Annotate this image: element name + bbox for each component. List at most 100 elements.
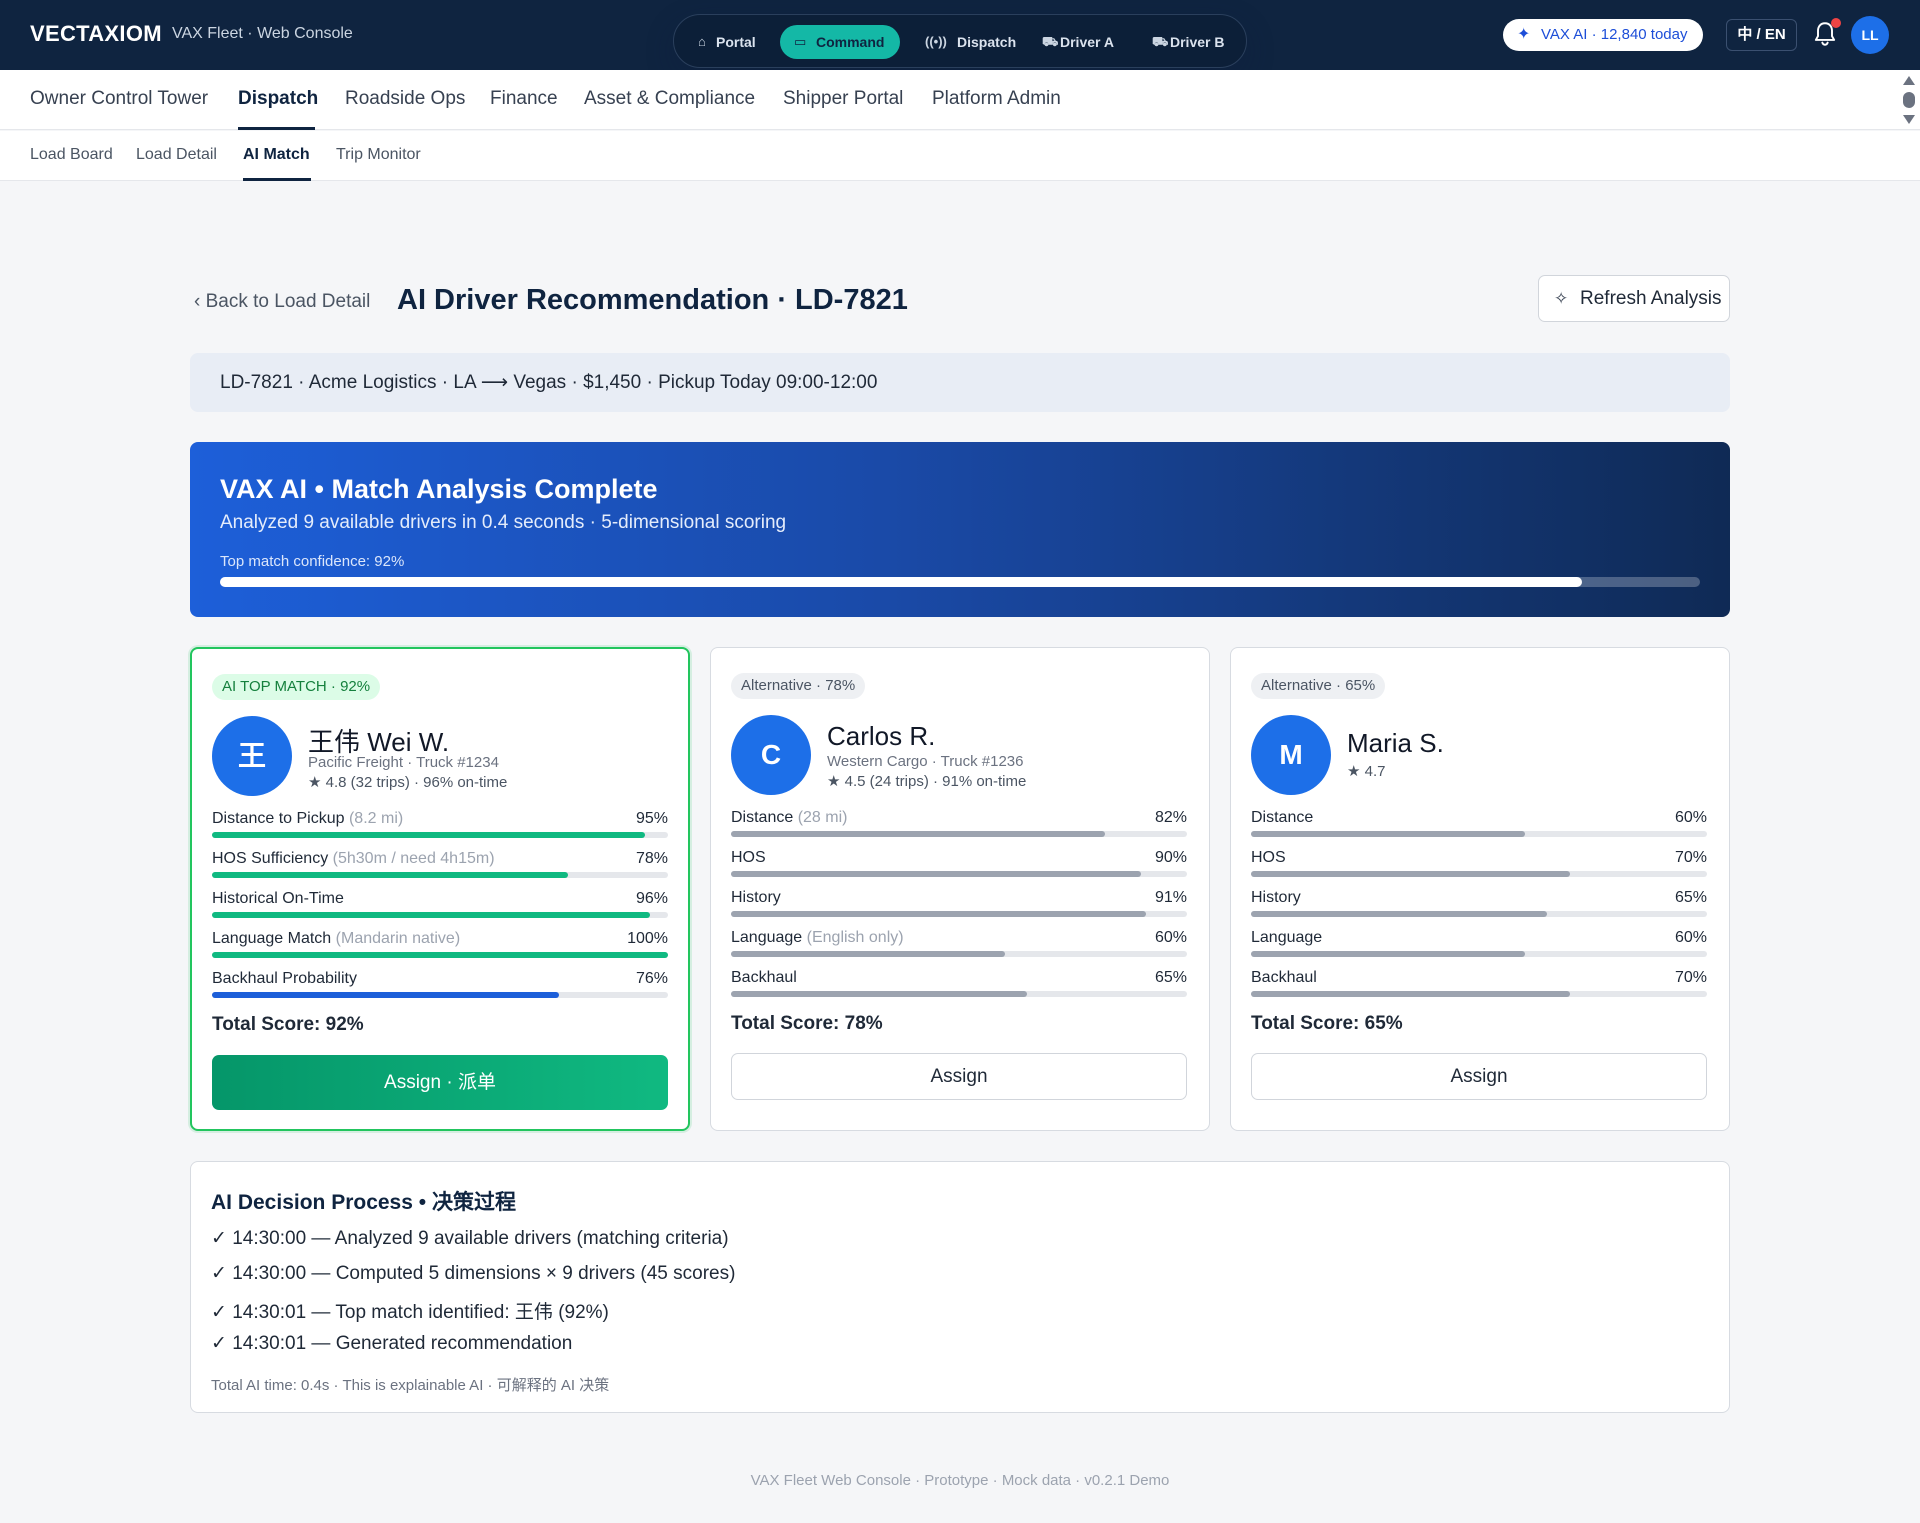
driver-rating: ★ 4.7 bbox=[1347, 763, 1386, 780]
banner-subtitle: Analyzed 9 available drivers in 0.4 seco… bbox=[220, 512, 787, 533]
score-metric: Backhaul 70% bbox=[1251, 969, 1707, 999]
driver-name: Maria S. bbox=[1347, 728, 1444, 758]
score-metric: Distance to Pickup (8.2 mi) 95% bbox=[212, 810, 668, 840]
metric-track bbox=[1251, 831, 1707, 837]
language-toggle[interactable]: 中 / EN bbox=[1726, 19, 1797, 51]
driver-rating: ★ 4.5 (24 trips) · 91% on-time bbox=[827, 773, 1027, 790]
metric-label: Backhaul Probability bbox=[212, 970, 357, 987]
metric-track bbox=[1251, 951, 1707, 957]
metric-percent: 91% bbox=[1154, 889, 1187, 906]
metric-percent: 60% bbox=[1154, 929, 1187, 946]
score-metric: History 91% bbox=[731, 889, 1187, 919]
assign-button[interactable]: Assign bbox=[731, 1053, 1187, 1100]
decision-step: ✓ 14:30:01 — Generated recommendation bbox=[211, 1333, 573, 1354]
decision-title: AI Decision Process • 决策过程 bbox=[211, 1191, 516, 1214]
tab-ai-match[interactable]: AI Match bbox=[243, 146, 310, 164]
metric-note: (28 mi) bbox=[797, 809, 848, 826]
metric-note: (8.2 mi) bbox=[348, 810, 404, 827]
metric-percent: 60% bbox=[1674, 929, 1707, 946]
back-link[interactable]: ‹ Back to Load Detail bbox=[194, 291, 370, 313]
nav-scrollbar[interactable] bbox=[1902, 72, 1916, 128]
switcher-portal[interactable]: ⌂ Portal bbox=[690, 25, 756, 59]
match-tag: Alternative · 78% bbox=[731, 673, 866, 699]
score-metric: HOS 70% bbox=[1251, 849, 1707, 879]
metric-track bbox=[731, 831, 1187, 837]
metric-track bbox=[1251, 991, 1707, 997]
metric-fill bbox=[1251, 951, 1525, 957]
decision-step: ✓ 14:30:00 — Computed 5 dimensions × 9 d… bbox=[211, 1263, 736, 1284]
scroll-thumb[interactable] bbox=[1903, 92, 1915, 108]
metric-fill bbox=[731, 951, 1005, 957]
brand-logo[interactable]: VECTAXIOM bbox=[30, 21, 162, 47]
metric-fill bbox=[731, 911, 1146, 917]
match-tag: Alternative · 65% bbox=[1251, 673, 1386, 699]
banner-title: VAX AI • Match Analysis Complete bbox=[220, 474, 658, 504]
metric-fill bbox=[212, 832, 645, 838]
page-footer: VAX Fleet Web Console · Prototype · Mock… bbox=[750, 1472, 1170, 1489]
nav-platform-admin[interactable]: Platform Admin bbox=[932, 88, 1061, 110]
load-summary: LD-7821 · Acme Logistics · LA ⟶ Vegas · … bbox=[190, 353, 1730, 412]
score-metric: HOS 90% bbox=[731, 849, 1187, 879]
active-tab-underline bbox=[243, 178, 311, 181]
metric-fill bbox=[212, 952, 668, 958]
metric-label: Historical On-Time bbox=[212, 890, 344, 907]
nav-dispatch[interactable]: Dispatch bbox=[238, 88, 318, 110]
driver-rating: ★ 4.8 (32 trips) · 96% on-time bbox=[308, 774, 508, 791]
metric-fill bbox=[212, 992, 559, 998]
nav-shipper-portal[interactable]: Shipper Portal bbox=[783, 88, 903, 110]
metric-track bbox=[731, 911, 1187, 917]
metric-fill bbox=[1251, 831, 1525, 837]
tab-trip-monitor[interactable]: Trip Monitor bbox=[336, 146, 421, 164]
secondary-nav: Load Board Load Detail AI Match Trip Mon… bbox=[0, 131, 1920, 181]
ai-usage-pill[interactable]: ✦ VAX AI · 12,840 today bbox=[1503, 19, 1704, 51]
truck-icon: ⛟ bbox=[1042, 34, 1059, 49]
page-title: AI Driver Recommendation · LD-7821 bbox=[397, 284, 908, 316]
metric-percent: 70% bbox=[1674, 969, 1707, 986]
score-metric: Distance 60% bbox=[1251, 809, 1707, 839]
user-avatar[interactable]: LL bbox=[1851, 16, 1889, 54]
nav-owner-control-tower[interactable]: Owner Control Tower bbox=[30, 88, 208, 110]
confidence-label: Top match confidence: 92% bbox=[220, 553, 405, 570]
scroll-up-icon[interactable] bbox=[1903, 76, 1915, 85]
switcher-driver-a[interactable]: ⛟ Driver A bbox=[1034, 25, 1114, 59]
metric-fill bbox=[212, 912, 650, 918]
metric-track bbox=[212, 832, 668, 838]
metric-track bbox=[212, 912, 668, 918]
total-score: Total Score: 92% bbox=[212, 1014, 364, 1035]
tab-load-detail[interactable]: Load Detail bbox=[136, 146, 217, 164]
driver-avatar: C bbox=[731, 715, 811, 795]
metric-fill bbox=[1251, 911, 1547, 917]
refresh-analysis-button[interactable]: ✧ Refresh Analysis bbox=[1538, 275, 1730, 322]
tab-load-board[interactable]: Load Board bbox=[30, 146, 113, 164]
metric-fill bbox=[731, 831, 1105, 837]
metric-label: Distance to Pickup (8.2 mi) bbox=[212, 810, 404, 827]
driver-name: Carlos R. bbox=[827, 721, 936, 751]
confidence-track bbox=[220, 577, 1700, 587]
total-score: Total Score: 65% bbox=[1251, 1013, 1403, 1034]
metric-label: Language bbox=[1251, 929, 1323, 946]
decision-step: ✓ 14:30:00 — Analyzed 9 available driver… bbox=[211, 1228, 729, 1249]
nav-roadside-ops[interactable]: Roadside Ops bbox=[345, 88, 465, 110]
assign-button[interactable]: Assign · 派单 bbox=[212, 1055, 668, 1110]
nav-finance[interactable]: Finance bbox=[490, 88, 558, 110]
brand-subtitle: VAX Fleet · Web Console bbox=[172, 25, 353, 42]
metric-percent: 78% bbox=[635, 850, 668, 867]
decision-footnote: Total AI time: 0.4s · This is explainabl… bbox=[211, 1377, 610, 1394]
metric-percent: 96% bbox=[635, 890, 668, 907]
switcher-driver-b[interactable]: ⛟ Driver B bbox=[1144, 25, 1224, 59]
switcher-command[interactable]: ▭ Command bbox=[780, 25, 901, 59]
metric-track bbox=[731, 871, 1187, 877]
top-bar: VECTAXIOM VAX Fleet · Web Console ⌂ Porta… bbox=[0, 0, 1920, 70]
metric-label: HOS bbox=[731, 849, 766, 866]
switcher-dispatch[interactable]: ((•)) Dispatch bbox=[917, 25, 1016, 59]
metric-label: Distance bbox=[1251, 809, 1314, 826]
sparkle-icon: ✦ bbox=[1517, 26, 1531, 43]
metric-note: (English only) bbox=[806, 929, 904, 946]
driver-company: Pacific Freight · Truck #1234 bbox=[308, 754, 499, 771]
score-metric: Distance (28 mi) 82% bbox=[731, 809, 1187, 839]
assign-button[interactable]: Assign bbox=[1251, 1053, 1707, 1100]
nav-asset-compliance[interactable]: Asset & Compliance bbox=[584, 88, 755, 110]
scroll-down-icon[interactable] bbox=[1903, 115, 1915, 124]
metric-track bbox=[731, 951, 1187, 957]
metric-track bbox=[212, 952, 668, 958]
